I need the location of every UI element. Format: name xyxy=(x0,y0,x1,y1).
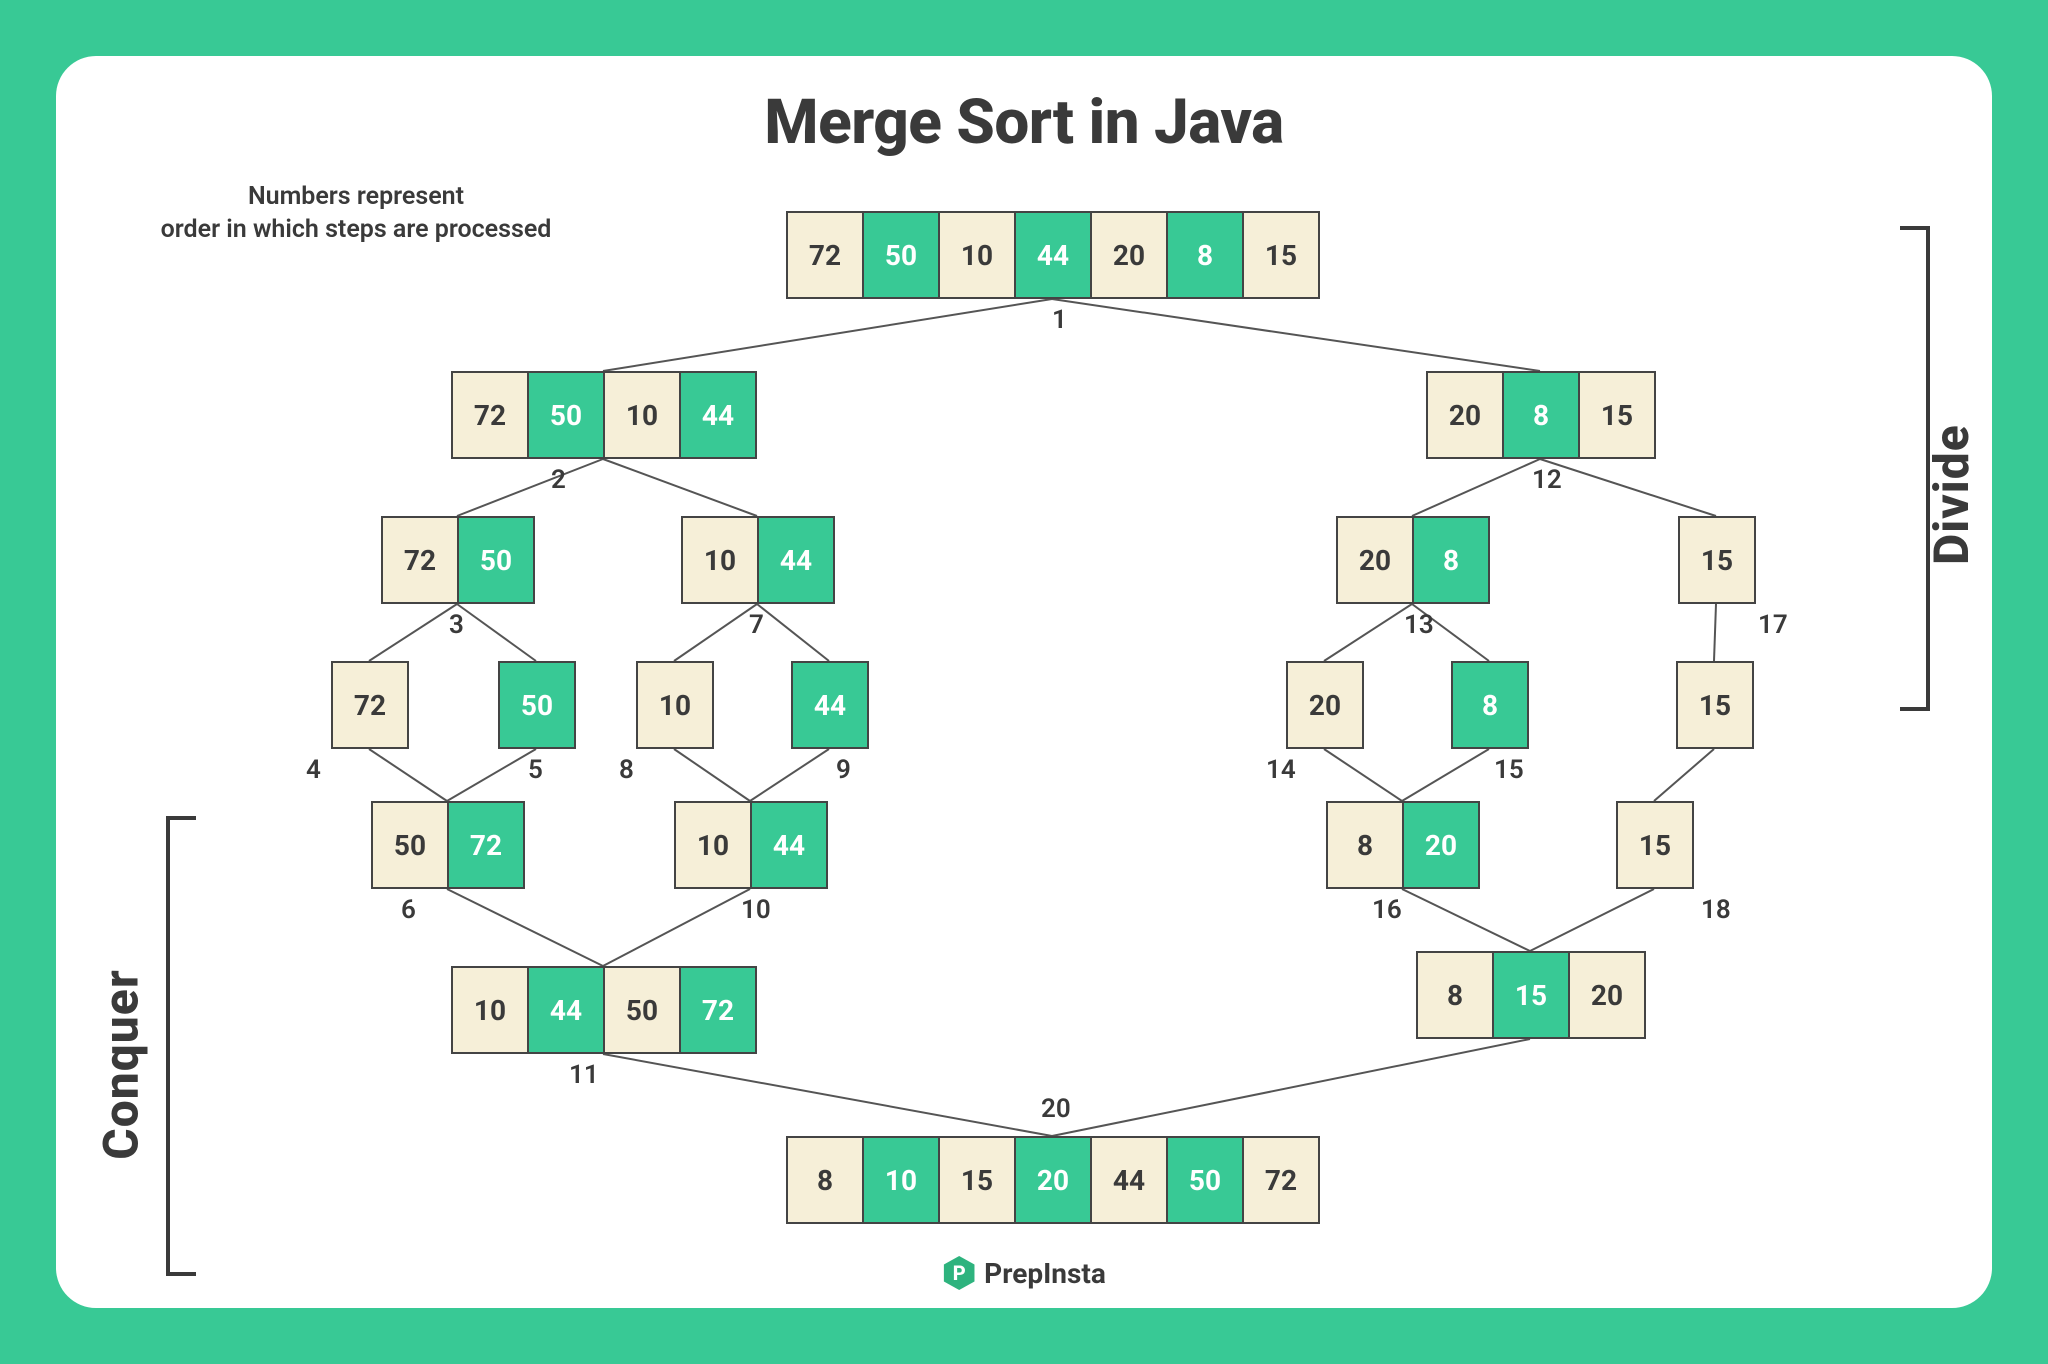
array-cell: 15 xyxy=(1242,211,1320,299)
step-label-2: 2 xyxy=(551,465,566,495)
logo-icon: P xyxy=(942,1256,976,1290)
logo-text: PrepInsta xyxy=(984,1257,1106,1290)
array-cell: 50 xyxy=(527,371,605,459)
array-cell: 20 xyxy=(1568,951,1646,1039)
array-cell: 72 xyxy=(1242,1136,1320,1224)
step-label-15: 15 xyxy=(1494,755,1524,785)
step-label-10: 10 xyxy=(741,895,771,925)
step-label-13: 13 xyxy=(1404,610,1434,640)
step-label-20: 20 xyxy=(1041,1094,1071,1124)
step-label-14: 14 xyxy=(1266,755,1296,785)
array-cell: 50 xyxy=(862,211,940,299)
array-cell: 15 xyxy=(1678,516,1756,604)
array-cell: 44 xyxy=(757,516,835,604)
array-cell: 72 xyxy=(786,211,864,299)
array-cell: 15 xyxy=(1616,801,1694,889)
diagram-card: Merge Sort in Java Numbers represent ord… xyxy=(56,56,1992,1308)
step-label-18: 18 xyxy=(1701,895,1731,925)
array-cell: 50 xyxy=(371,801,449,889)
array-cell: 10 xyxy=(451,966,529,1054)
array-cell: 50 xyxy=(498,661,576,749)
array-cell: 44 xyxy=(750,801,828,889)
array-cell: 20 xyxy=(1090,211,1168,299)
step-label-6: 6 xyxy=(401,895,416,925)
array-cell: 44 xyxy=(1014,211,1092,299)
array-cell: 8 xyxy=(786,1136,864,1224)
array-cell: 15 xyxy=(1676,661,1754,749)
conquer-label: Conquer xyxy=(93,969,150,1159)
array-cell: 10 xyxy=(681,516,759,604)
array-cell: 10 xyxy=(938,211,1016,299)
array-cell: 44 xyxy=(791,661,869,749)
array-cell: 8 xyxy=(1416,951,1494,1039)
array-cell: 15 xyxy=(1492,951,1570,1039)
divide-label: Divide xyxy=(1923,424,1980,565)
step-label-16: 16 xyxy=(1372,895,1402,925)
step-label-4: 4 xyxy=(306,755,321,785)
array-cell: 15 xyxy=(938,1136,1016,1224)
array-cell: 72 xyxy=(331,661,409,749)
array-cell: 72 xyxy=(451,371,529,459)
step-label-12: 12 xyxy=(1532,465,1562,495)
array-cell: 44 xyxy=(527,966,605,1054)
step-label-7: 7 xyxy=(749,610,764,640)
array-cell: 50 xyxy=(603,966,681,1054)
step-label-1: 1 xyxy=(1052,305,1067,335)
step-label-3: 3 xyxy=(449,610,464,640)
step-label-11: 11 xyxy=(569,1060,599,1090)
array-cell: 15 xyxy=(1578,371,1656,459)
array-cell: 10 xyxy=(674,801,752,889)
array-cell: 44 xyxy=(1090,1136,1168,1224)
array-cell: 20 xyxy=(1336,516,1414,604)
array-cell: 72 xyxy=(447,801,525,889)
array-cell: 44 xyxy=(679,371,757,459)
array-cell: 20 xyxy=(1402,801,1480,889)
step-label-17: 17 xyxy=(1758,610,1788,640)
array-cell: 10 xyxy=(603,371,681,459)
array-cell: 10 xyxy=(862,1136,940,1224)
page-frame: Merge Sort in Java Numbers represent ord… xyxy=(0,0,2048,1364)
legend-note: Numbers represent order in which steps a… xyxy=(136,181,576,246)
logo-letter: P xyxy=(953,1261,966,1285)
legend-line-2: order in which steps are processed xyxy=(136,214,576,247)
legend-line-1: Numbers represent xyxy=(136,181,576,214)
array-cell: 20 xyxy=(1426,371,1504,459)
array-cell: 8 xyxy=(1451,661,1529,749)
array-cell: 8 xyxy=(1412,516,1490,604)
array-cell: 72 xyxy=(679,966,757,1054)
conquer-bracket xyxy=(166,816,196,1276)
array-cell: 8 xyxy=(1166,211,1244,299)
array-cell: 72 xyxy=(381,516,459,604)
step-label-5: 5 xyxy=(528,755,543,785)
array-cell: 50 xyxy=(457,516,535,604)
brand-logo: P PrepInsta xyxy=(942,1256,1106,1290)
diagram-title: Merge Sort in Java xyxy=(764,86,1283,159)
step-label-8: 8 xyxy=(619,755,634,785)
step-label-9: 9 xyxy=(836,755,851,785)
array-cell: 8 xyxy=(1502,371,1580,459)
array-cell: 20 xyxy=(1014,1136,1092,1224)
array-cell: 8 xyxy=(1326,801,1404,889)
array-cell: 50 xyxy=(1166,1136,1244,1224)
array-cell: 10 xyxy=(636,661,714,749)
array-cell: 20 xyxy=(1286,661,1364,749)
